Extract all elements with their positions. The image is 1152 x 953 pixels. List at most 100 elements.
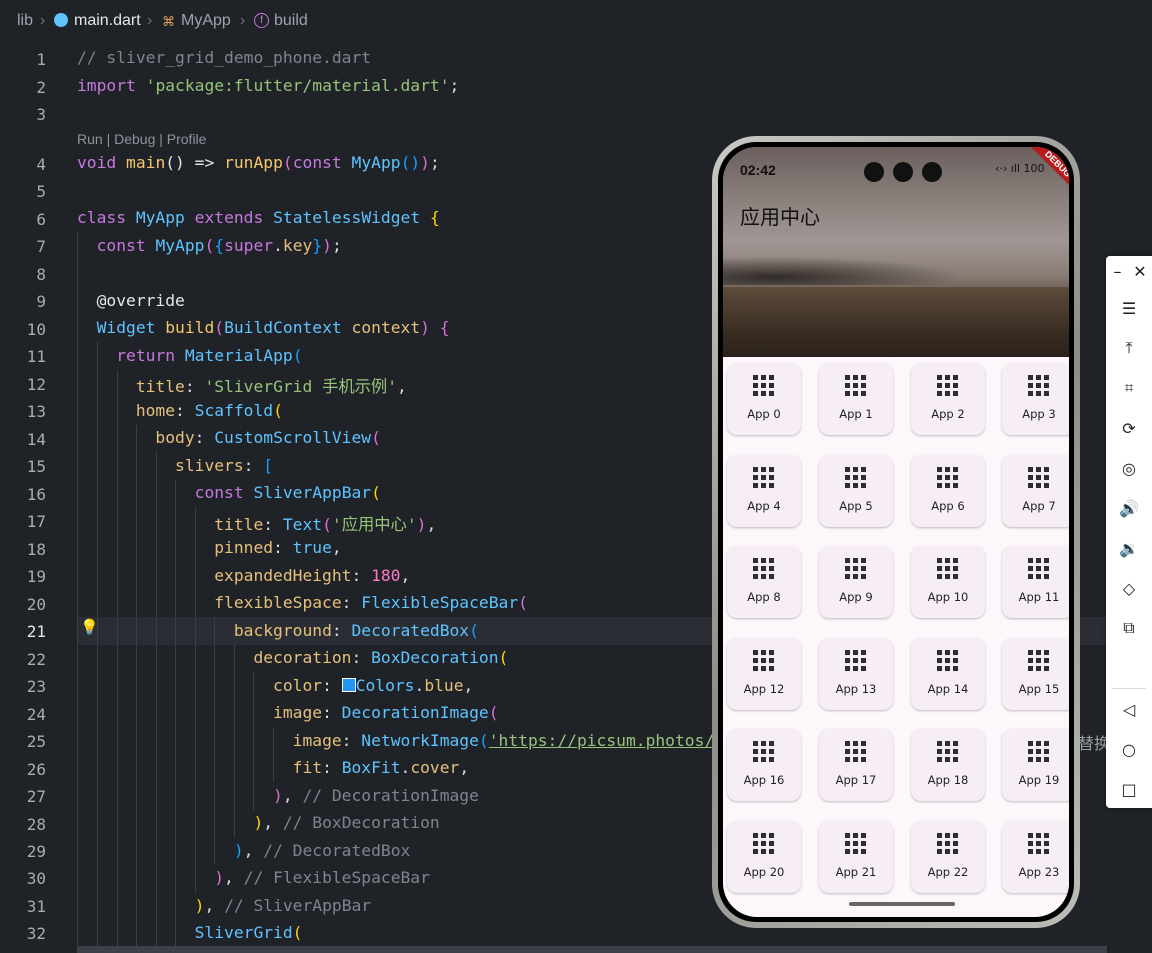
phone-bezel: 02:42 ‹·› ıll 100 DEBUG 应用中心 App 0 App 1 A… [718,142,1074,922]
close-icon[interactable]: ✕ [1128,256,1152,286]
menu-icon[interactable]: ☰ [1114,293,1144,323]
home-icon[interactable]: ○ [1114,734,1144,764]
code-line-14[interactable]: body: CustomScrollView( [77,428,380,447]
code-line-1[interactable]: // sliver_grid_demo_phone.dart [77,48,371,67]
breadcrumb-class[interactable]: MyApp [181,12,231,30]
type-token: BuildContext [224,318,342,337]
code-line-30[interactable]: ), // FlexibleSpaceBar [77,868,430,887]
emulator-toolbar: – ✕ ☰ ⤒ ⌗ ⟳ ◎ 🔊 🔉 ◇ ⧉ ◁ ○ □ [1106,256,1152,808]
code-line-23[interactable]: color: Colors.blue, [77,676,473,695]
crop-icon[interactable]: ⌗ [1114,373,1144,403]
grid-tile[interactable]: App 3 [1002,363,1069,435]
grid-tile[interactable]: App 18 [911,729,985,802]
grid-tile-label: App 4 [747,498,781,513]
lightbulb-icon[interactable]: 💡 [80,618,99,636]
grid-tile[interactable]: App 20 [727,821,801,893]
volume-down-icon[interactable]: 🔉 [1114,533,1144,563]
grid-tile[interactable]: App 11 [1002,546,1069,619]
record-icon[interactable]: ◎ [1114,453,1144,483]
grid-tile[interactable]: App 15 [1002,637,1069,710]
breadcrumb-lib[interactable]: lib [17,12,33,30]
grid-tile[interactable]: App 9 [819,546,893,619]
code-line-19[interactable]: expandedHeight: 180, [77,566,410,585]
code-line-32[interactable]: SliverGrid( [77,923,303,942]
grid-tile[interactable]: App 13 [819,637,893,710]
grid-tile[interactable]: App 8 [727,546,801,619]
recents-icon[interactable]: □ [1114,774,1144,804]
grid-tile[interactable]: App 14 [911,637,985,710]
url-link[interactable]: 'https://picsum.photos/ [489,731,714,750]
type-token: DecoratedBox [351,621,470,640]
code-line-16[interactable]: const SliverAppBar( [77,483,381,502]
keyword-token: const [292,153,342,172]
literal-token: true [292,538,332,557]
code-line-28[interactable]: ), // BoxDecoration [77,813,440,832]
grid-tile[interactable]: App 10 [911,546,985,619]
code-line-24[interactable]: image: DecorationImage( [77,703,498,722]
phone-screen[interactable]: 02:42 ‹·› ıll 100 DEBUG 应用中心 App 0 App 1 A… [723,147,1069,917]
code-line-13[interactable]: home: Scaffold( [77,401,283,420]
sliver-app-bar[interactable]: 02:42 ‹·› ıll 100 DEBUG 应用中心 [723,147,1069,357]
grid-tile[interactable]: App 2 [911,363,985,435]
breadcrumb-file[interactable]: main.dart [74,12,141,30]
code-line-4[interactable]: void main() => runApp(const MyApp()); [77,153,440,172]
grid-tile[interactable]: App 22 [911,821,985,893]
grid-tile-label: App 2 [931,407,965,421]
app-bar-title: 应用中心 [740,205,820,229]
back-icon[interactable]: ◁ [1114,694,1144,724]
code-line-26[interactable]: fit: BoxFit.cover, [77,758,470,777]
line-number: 20 [26,594,46,614]
code-line-11[interactable]: return MaterialApp( [77,346,302,365]
grid-tile[interactable]: App 23 [1002,821,1069,893]
code-line-29[interactable]: ), // DecoratedBox [77,841,410,860]
pin-top-icon[interactable]: ⤒ [1114,333,1144,363]
grid-tile[interactable]: App 0 [727,363,801,435]
minimize-icon[interactable]: – [1106,256,1129,286]
grid-tile[interactable]: App 4 [727,454,801,527]
grid-tile[interactable]: App 21 [819,821,893,893]
code-line-2[interactable]: import 'package:flutter/material.dart'; [77,76,459,95]
code-line-15[interactable]: slivers: [ [77,456,273,475]
volume-up-icon[interactable]: 🔊 [1114,493,1144,523]
code-line-18[interactable]: pinned: true, [77,538,341,557]
grid-tile[interactable]: App 19 [1002,729,1069,802]
grid-tile[interactable]: App 12 [727,637,801,710]
grid-tile-label: App 12 [743,681,785,696]
apps-grid-icon [937,558,959,580]
codelens-run-debug-profile[interactable]: Run | Debug | Profile [77,131,206,147]
color-swatch-icon[interactable] [341,678,356,692]
horizontal-scrollbar[interactable] [77,946,1107,953]
code-line-7[interactable]: const MyApp({super.key}); [77,236,342,255]
breadcrumb-method[interactable]: build [274,12,308,30]
code-line-6[interactable]: class MyApp extends StatelessWidget { [77,208,440,227]
line-number: 23 [26,677,46,697]
screen-rotate-icon[interactable]: ◇ [1114,573,1144,603]
grid-tile[interactable]: App 17 [819,729,893,802]
grid-tile[interactable]: App 1 [819,363,893,435]
line-number: 2 [36,77,46,97]
grid-tile-label: App 18 [927,773,969,788]
grid-tile-label: App 6 [931,498,965,513]
code-line-21[interactable]: background: DecoratedBox( [77,621,479,640]
code-line-27[interactable]: ), // DecorationImage [77,786,479,805]
code-line-9[interactable]: @override [77,291,185,310]
code-line-25[interactable]: image: NetworkImage('https://picsum.phot… [77,731,715,750]
code-line-22[interactable]: decoration: BoxDecoration( [77,648,508,667]
copy-icon[interactable]: ⧉ [1114,613,1144,643]
apps-grid-icon [937,375,959,397]
rotate-icon[interactable]: ⟳ [1114,413,1144,443]
grid-tile[interactable]: App 7 [1002,454,1069,527]
comment-token: // BoxDecoration [282,813,440,832]
code-line-31[interactable]: ), // SliverAppBar [77,896,371,915]
comment-token: // SliverAppBar [224,896,372,915]
home-indicator[interactable] [849,902,955,906]
code-line-12[interactable]: title: 'SliverGrid 手机示例', [77,373,407,397]
code-line-17[interactable]: title: Text('应用中心'), [77,511,436,535]
grid-tile[interactable]: App 5 [819,454,893,527]
grid-tile[interactable]: App 6 [911,454,985,527]
code-line-20[interactable]: flexibleSpace: FlexibleSpaceBar( [77,593,528,612]
apps-grid-icon [1028,375,1050,397]
grid-tile[interactable]: App 16 [727,729,801,802]
code-line-10[interactable]: Widget build(BuildContext context) { [77,318,450,337]
keyword-token: class [77,208,127,227]
